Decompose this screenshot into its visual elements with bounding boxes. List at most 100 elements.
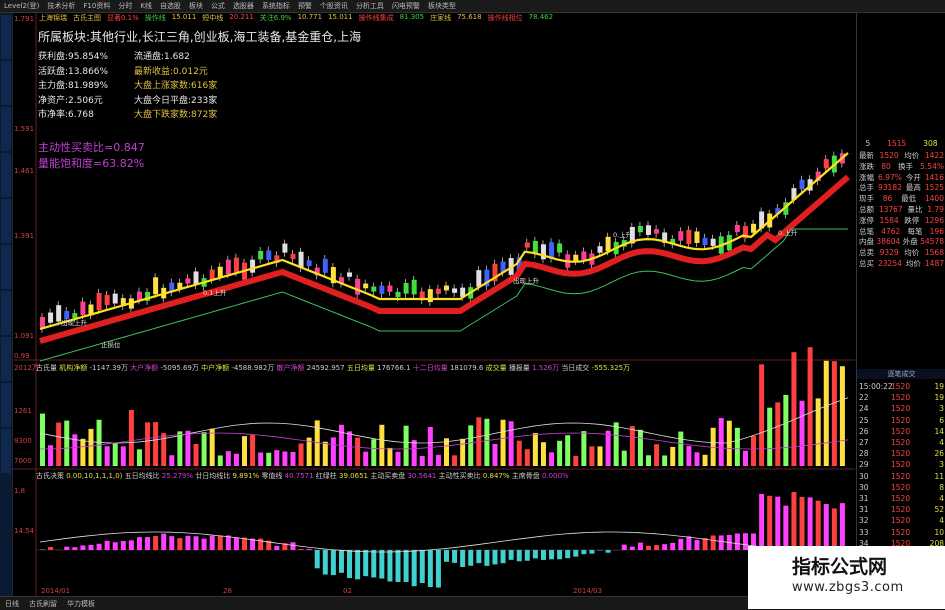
depth-level: 5 <box>865 139 870 148</box>
tick-list[interactable]: 15:00:2215201922152019241520325152062615… <box>857 381 945 549</box>
decision-bar <box>404 550 409 582</box>
candle-body <box>210 270 215 280</box>
decision-bar <box>517 550 522 561</box>
stat-value: 95.854% <box>68 52 108 62</box>
volume-bar <box>678 432 683 466</box>
quote-value: 1568 <box>925 248 944 259</box>
tick-time: 26 <box>859 426 891 437</box>
candle-body <box>735 225 740 232</box>
left-tab-1[interactable] <box>1 15 11 59</box>
quote-list: 最新1520均价1422涨跌80换手5.54%涨幅6.97%今开1416总手93… <box>857 151 945 270</box>
volume-bar <box>759 364 764 466</box>
stat-value: 233家 <box>191 96 217 106</box>
volume-indicator-header: 古氏量 机构净额 -1147.39万 大户净额 -5095.69万 中户净额 -… <box>36 363 630 373</box>
quote-value: 1400 <box>925 194 944 205</box>
decision-bar <box>581 550 586 554</box>
volume-bar <box>185 431 190 466</box>
tick-row: 2715204 <box>857 437 945 448</box>
left-tab-10[interactable] <box>1 429 11 473</box>
left-tab-5[interactable] <box>1 199 11 243</box>
tick-price: 1520 <box>891 381 919 392</box>
indicator-value: 15.011 <box>325 13 356 24</box>
volume-bar <box>266 453 271 466</box>
indicator-value: 操作线相位 <box>485 13 526 24</box>
stat-label: 最新收益: <box>134 67 173 77</box>
menu-item[interactable]: 板块类型 <box>424 1 460 11</box>
tick-volume: 4 <box>919 437 944 448</box>
candle-body <box>250 260 255 273</box>
quote-row: 总买23254均价1487 <box>857 259 945 270</box>
decision-bar <box>444 550 449 562</box>
menu-item[interactable]: 预警 <box>294 1 316 11</box>
menu-item[interactable]: 自选股 <box>156 1 185 11</box>
quote-label: 每笔 <box>907 227 922 238</box>
x-axis-label: 2014/01 <box>41 587 70 595</box>
left-tab-8[interactable] <box>1 337 11 381</box>
menu-item[interactable]: 分析工具 <box>352 1 388 11</box>
quote-label: 均价 <box>904 151 919 162</box>
decision-bar <box>323 550 328 575</box>
quote-label: 总额 <box>859 205 874 216</box>
candle-body <box>476 270 481 287</box>
price-axis-label: 0.99 <box>14 352 30 360</box>
decision-bar <box>194 536 199 550</box>
decision-bar <box>759 494 764 550</box>
tick-row: 26152014 <box>857 426 945 437</box>
volume-bar <box>274 450 279 466</box>
left-tab-6[interactable] <box>1 245 11 289</box>
decision-bar <box>452 550 457 563</box>
indicator-field: 181079.6 <box>450 364 486 372</box>
menu-item[interactable]: 公式 <box>207 1 229 11</box>
watermark: 指标公式网 www.zbgs3.com <box>748 546 945 609</box>
menu-item[interactable]: F10资料 <box>79 1 114 11</box>
menu-item[interactable]: 系统指标 <box>258 1 294 11</box>
candle-body <box>694 231 699 243</box>
menu-item[interactable]: 闪电预警 <box>388 1 424 11</box>
quote-label: 外盘 <box>903 237 918 248</box>
indicator-field: 主席骨盘 <box>512 472 542 480</box>
menu-item[interactable]: 个股资讯 <box>316 1 352 11</box>
left-tab-3[interactable] <box>1 107 11 151</box>
volume-bar <box>347 431 352 466</box>
tick-row: 31152052 <box>857 504 945 515</box>
candle-body <box>226 260 231 274</box>
tick-row: 3115204 <box>857 493 945 504</box>
indicator-value: 20.211 <box>226 13 257 24</box>
volume-axis-label: 7000 <box>14 457 32 465</box>
candle-body <box>557 243 562 252</box>
volume-bar <box>404 426 409 466</box>
menu-item[interactable]: Level2(登) <box>0 1 43 11</box>
candle-body <box>581 251 586 259</box>
indicator-field: 古氏决策 <box>36 472 66 480</box>
decision-bar <box>501 550 506 563</box>
menu-item[interactable]: K线 <box>136 1 156 11</box>
status-tab[interactable]: 日线 <box>0 599 24 609</box>
left-tab-9[interactable] <box>1 383 11 427</box>
left-tab-4[interactable] <box>1 153 11 197</box>
volume-bar <box>48 445 53 466</box>
status-tab[interactable]: 华力模板 <box>62 599 100 609</box>
menu-item[interactable]: 选股器 <box>229 1 258 11</box>
volume-saturation: 量能饱和度=63.82% <box>38 156 145 172</box>
volume-bar <box>775 402 780 466</box>
quote-value: 4762 <box>881 227 900 238</box>
menu-item[interactable]: 技术分析 <box>43 1 79 11</box>
menu-item[interactable]: 分时 <box>114 1 136 11</box>
decision-bar <box>589 550 594 554</box>
status-tab[interactable]: 古氏刷留 <box>24 599 62 609</box>
volume-bar <box>371 439 376 466</box>
decision-bar <box>88 545 93 550</box>
left-tab-2[interactable] <box>1 61 11 105</box>
stat-value: 616家 <box>191 81 217 91</box>
decision-bar <box>202 539 207 550</box>
volume-bar <box>646 455 651 466</box>
candle-body <box>258 251 263 260</box>
volume-bar <box>783 395 788 466</box>
volume-bar <box>282 451 287 466</box>
left-tab-7[interactable] <box>1 291 11 335</box>
volume-bar <box>113 443 118 466</box>
menu-item[interactable]: 板块 <box>185 1 207 11</box>
decision-bar <box>97 544 102 550</box>
decision-bar <box>565 550 570 558</box>
stats-panel: 获利盘:95.854%流通盘:1.682 活跃盘:13.866%最新收益:0.0… <box>38 50 217 123</box>
